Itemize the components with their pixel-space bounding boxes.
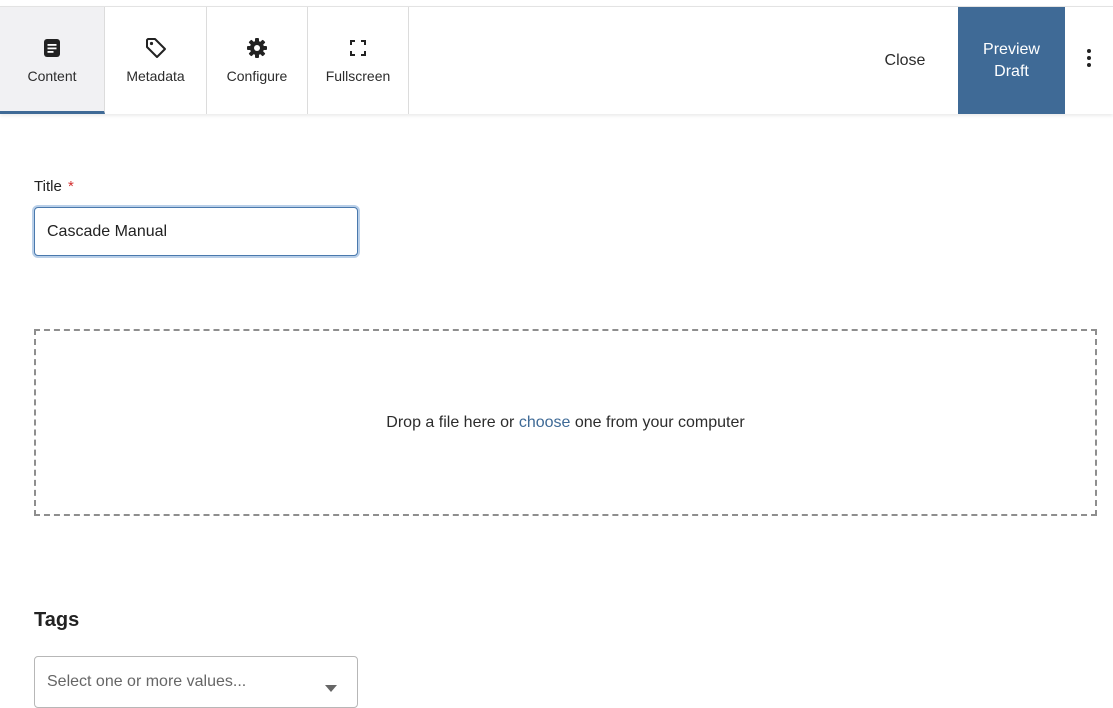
choose-file-link[interactable]: choose	[519, 414, 571, 431]
tags-select-placeholder: Select one or more values...	[47, 673, 247, 690]
chevron-down-icon	[325, 679, 337, 697]
tab-fullscreen-label: Fullscreen	[325, 68, 391, 84]
tab-metadata[interactable]: Metadata	[105, 7, 207, 114]
dropzone-text: Drop a file here or choose one from your…	[386, 414, 744, 432]
title-field-label: Title *	[34, 178, 74, 195]
more-options-button[interactable]	[1065, 7, 1113, 114]
tab-configure-label: Configure	[226, 68, 288, 84]
editor-toolbar: Content Metadata Configure Fullscreen Cl…	[0, 6, 1113, 114]
tab-fullscreen[interactable]: Fullscreen	[308, 7, 409, 114]
required-indicator: *	[67, 178, 74, 195]
tags-select[interactable]: Select one or more values...	[34, 656, 358, 708]
tab-content[interactable]: Content	[0, 7, 105, 114]
close-button[interactable]: Close	[860, 7, 950, 114]
title-input[interactable]	[34, 207, 358, 256]
gear-icon	[246, 37, 268, 59]
fullscreen-icon	[350, 37, 366, 59]
dropzone-text-after: one from your computer	[570, 413, 745, 431]
preview-draft-button[interactable]: Preview Draft	[958, 7, 1065, 114]
preview-label: Preview	[983, 40, 1040, 58]
vertical-ellipsis-icon	[1086, 48, 1092, 73]
title-label-text: Title	[34, 178, 62, 195]
draft-label: Draft	[994, 62, 1029, 80]
tab-metadata-label: Metadata	[126, 68, 185, 84]
tab-configure[interactable]: Configure	[207, 7, 308, 114]
document-icon	[43, 37, 61, 59]
file-dropzone[interactable]: Drop a file here or choose one from your…	[34, 329, 1097, 516]
tag-icon	[145, 37, 167, 59]
tags-heading: Tags	[34, 609, 80, 631]
dropzone-text-before: Drop a file here or	[386, 413, 519, 431]
tab-content-label: Content	[27, 68, 77, 84]
